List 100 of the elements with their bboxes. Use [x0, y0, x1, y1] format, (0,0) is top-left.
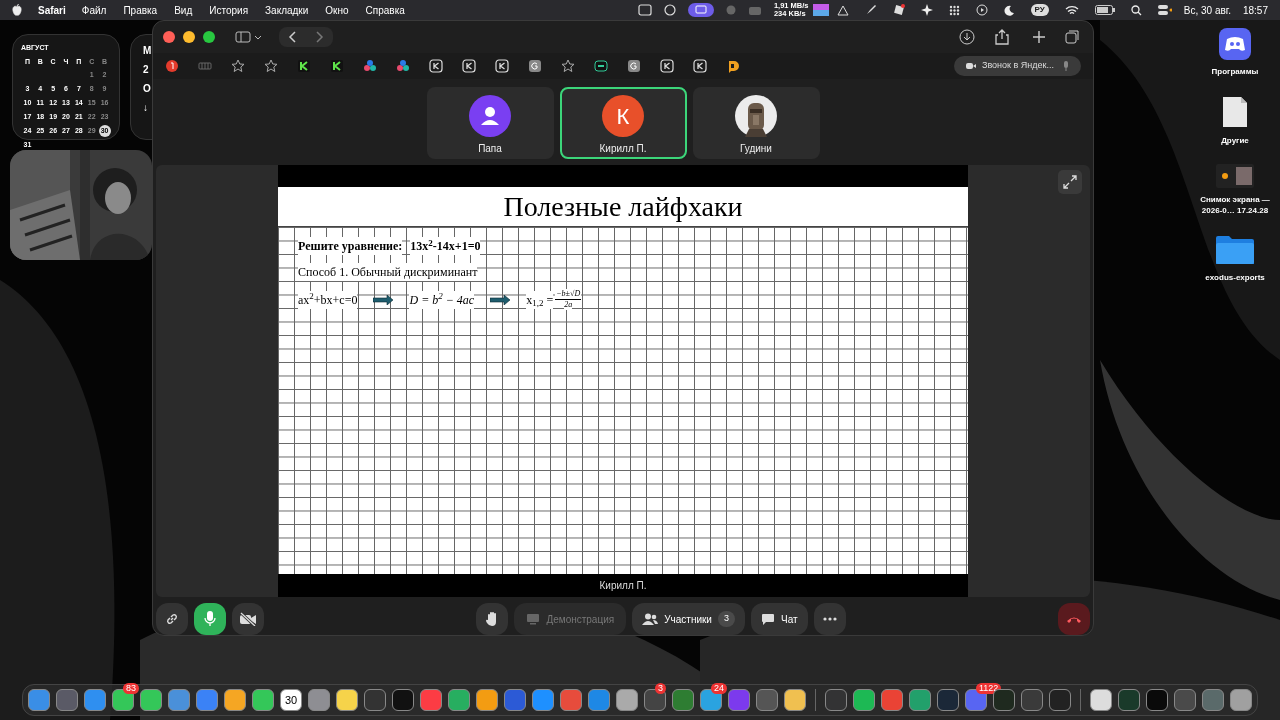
microphone-button[interactable]	[194, 603, 226, 635]
participant-tile[interactable]: К Кирилл П.	[559, 87, 687, 159]
app-icon[interactable]	[308, 689, 330, 711]
bookmark-icon[interactable]	[396, 59, 410, 73]
app-icon[interactable]	[616, 689, 638, 711]
status-icon[interactable]	[637, 4, 652, 16]
bookmark-icon[interactable]	[528, 59, 542, 73]
app-icon[interactable]	[1230, 689, 1252, 711]
bookmark-icon[interactable]	[231, 59, 245, 73]
date-text[interactable]: Вс, 30 авг.	[1183, 2, 1231, 18]
more-button[interactable]	[813, 603, 846, 635]
menu-item[interactable]: Вид	[174, 2, 193, 18]
app-icon[interactable]	[252, 689, 274, 711]
app-icon[interactable]	[336, 689, 358, 711]
bookmark-icon[interactable]	[264, 59, 278, 73]
bookmark-icon[interactable]	[330, 59, 344, 73]
share-icon[interactable]	[995, 29, 1009, 45]
camera-button[interactable]	[232, 603, 264, 635]
menu-item[interactable]: Safari	[38, 2, 66, 18]
app-icon[interactable]	[1090, 689, 1112, 711]
app-icon[interactable]	[28, 689, 50, 711]
folder-icon[interactable]	[1215, 234, 1255, 266]
app-icon[interactable]	[84, 689, 106, 711]
bookmark-icon[interactable]	[726, 59, 740, 73]
file-label[interactable]: Другие	[1190, 135, 1280, 146]
bar-graph-icon[interactable]	[812, 4, 829, 16]
app-icon[interactable]	[140, 689, 162, 711]
clock-text[interactable]: 18:57	[1242, 2, 1268, 18]
app-icon[interactable]	[700, 689, 722, 711]
input-source[interactable]: РУ	[1030, 4, 1049, 16]
back-icon[interactable]	[287, 31, 299, 43]
app-icon[interactable]	[392, 689, 414, 711]
participant-name: Гудини	[740, 142, 772, 156]
file-label[interactable]: Снимок экрана — 2026-0… 17.24.28	[1190, 194, 1280, 216]
bookmark-icon[interactable]	[627, 59, 641, 73]
app-icon[interactable]	[1049, 689, 1071, 711]
window-control-icon[interactable]	[183, 31, 195, 43]
file-label[interactable]: exodus-exports	[1190, 272, 1280, 283]
cube-icon[interactable]	[892, 4, 905, 16]
microphone-icon	[204, 611, 216, 627]
control-center-icon[interactable]	[1157, 4, 1172, 16]
grid-icon[interactable]	[948, 4, 960, 16]
app-icon[interactable]	[965, 689, 987, 711]
menu-item[interactable]: История	[209, 2, 249, 18]
menu-item[interactable]: Закладки	[265, 2, 309, 18]
forward-icon[interactable]	[313, 31, 325, 43]
raise-hand-button[interactable]	[476, 603, 509, 635]
sparkle-icon[interactable]	[920, 4, 933, 16]
apple-icon[interactable]	[12, 4, 22, 16]
document-icon[interactable]	[1221, 95, 1249, 129]
wifi-icon[interactable]	[1064, 4, 1079, 16]
app-icon[interactable]	[476, 689, 498, 711]
screenshot-icon[interactable]	[1216, 164, 1254, 188]
app-icon[interactable]	[532, 689, 554, 711]
app-icon[interactable]	[784, 689, 806, 711]
sidebar-icon[interactable]	[235, 30, 263, 44]
plus-icon[interactable]	[1033, 31, 1045, 43]
app-icon[interactable]	[224, 689, 246, 711]
expand-icon[interactable]	[1058, 170, 1082, 194]
link-button[interactable]	[156, 603, 188, 635]
link-icon	[165, 612, 179, 626]
bookmark-icon[interactable]	[297, 59, 311, 73]
app-icon[interactable]	[168, 689, 190, 711]
status-icon[interactable]	[663, 4, 676, 16]
menu-item[interactable]: Справка	[365, 2, 405, 18]
app-icon[interactable]	[448, 689, 470, 711]
app-icon[interactable]	[909, 689, 931, 711]
participants-button[interactable]: Участники 3	[632, 603, 745, 635]
menu-item[interactable]: Файл	[81, 2, 107, 18]
formula-text: ax$^{2}$+bx+c=0	[298, 290, 358, 309]
participant-tile[interactable]: Папа	[426, 87, 554, 159]
hang-up-button[interactable]	[1058, 603, 1090, 635]
app-icon[interactable]: 30	[280, 689, 302, 711]
download-icon[interactable]	[959, 29, 975, 45]
slide-title: Полезные лайфхаки	[503, 189, 743, 224]
warning-icon[interactable]	[836, 4, 849, 16]
play-icon[interactable]	[975, 4, 988, 16]
game-controller-icon[interactable]	[1219, 28, 1251, 60]
bookmark-icon[interactable]	[561, 59, 575, 73]
participant-tile[interactable]: Гудини	[692, 87, 820, 159]
bookmark-icon[interactable]	[165, 59, 179, 73]
window-control-icon[interactable]	[203, 31, 215, 43]
app-icon[interactable]	[853, 689, 875, 711]
bookmark-icon[interactable]	[363, 59, 377, 73]
browser-tab[interactable]: Звонок в Яндек...	[954, 56, 1081, 76]
window-control-icon[interactable]	[163, 31, 175, 43]
chat-button[interactable]: Чат	[750, 603, 808, 635]
file-label[interactable]: Программы	[1190, 66, 1280, 77]
battery-icon[interactable]	[1094, 5, 1115, 15]
dot-icon[interactable]	[725, 5, 736, 15]
tabs-icon[interactable]	[1065, 30, 1079, 44]
moon-icon[interactable]	[1003, 4, 1015, 16]
app-icon[interactable]	[1146, 689, 1168, 711]
app-icon[interactable]	[112, 689, 134, 711]
search-icon[interactable]	[1130, 4, 1142, 16]
screen-icon[interactable]	[687, 3, 714, 17]
menu-item[interactable]: Правка	[123, 2, 158, 18]
equation-text: 13x$^{2}$-14x+1=0	[410, 237, 481, 255]
menu-item[interactable]: Окно	[325, 2, 349, 18]
bookmark-icon[interactable]	[594, 59, 608, 73]
